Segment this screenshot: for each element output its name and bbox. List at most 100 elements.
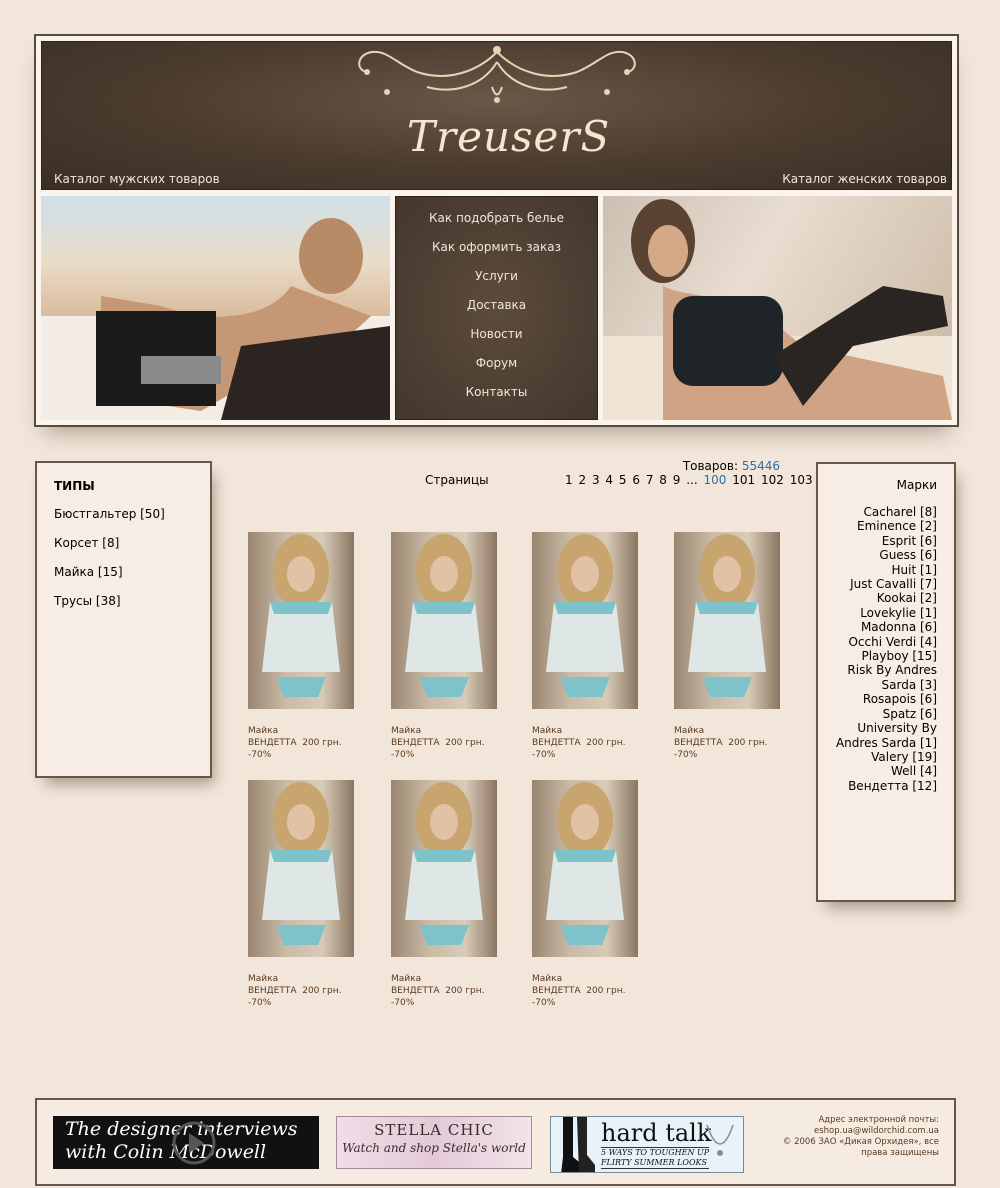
- women-photo[interactable]: [603, 196, 952, 420]
- page-link[interactable]: 3: [592, 473, 600, 487]
- ad-designer-interviews[interactable]: The designer interviews with Colin McDow…: [53, 1116, 319, 1169]
- product-price: 200 грн.: [445, 986, 485, 996]
- ad-hard-talk[interactable]: hard talk 5 WAYS TO TOUGHEN UP FLIRTY SUM…: [550, 1116, 744, 1173]
- product-card[interactable]: Майка ВЕНДЕТТА 200 грн. -70%: [391, 780, 501, 1009]
- type-item-briefs[interactable]: Трусы [38]: [54, 594, 210, 609]
- product-image[interactable]: [391, 780, 497, 957]
- product-name[interactable]: ВЕНДЕТТА: [391, 738, 440, 748]
- brands-panel: Марки Cacharel [8] Eminence [2] Esprit […: [816, 462, 956, 902]
- product-image[interactable]: [248, 780, 354, 957]
- product-discount: -70%: [248, 998, 272, 1008]
- product-discount: -70%: [532, 998, 556, 1008]
- product-type: Майка: [391, 974, 422, 984]
- contact-label: Адрес электронной почты:: [818, 1115, 939, 1125]
- product-name[interactable]: ВЕНДЕТТА: [532, 738, 581, 748]
- brand-item[interactable]: Andres Sarda [1]: [818, 736, 937, 750]
- brand-item[interactable]: Well [4]: [818, 764, 937, 778]
- page-link[interactable]: 1: [565, 473, 573, 487]
- type-item-top[interactable]: Майка [15]: [54, 565, 210, 580]
- brand-item[interactable]: Guess [6]: [818, 548, 937, 562]
- brand-item[interactable]: Risk By Andres: [818, 663, 937, 677]
- product-image[interactable]: [674, 532, 780, 709]
- product-image[interactable]: [532, 780, 638, 957]
- product-name[interactable]: ВЕНДЕТТА: [532, 986, 581, 996]
- types-title: ТИПЫ: [54, 479, 95, 493]
- page-link[interactable]: 103: [790, 473, 813, 487]
- men-photo[interactable]: [41, 196, 390, 420]
- product-type: Майка: [674, 726, 705, 736]
- product-name[interactable]: ВЕНДЕТТА: [248, 738, 297, 748]
- copyright: © 2006 ЗАО «Дикая Орхидея», все права за…: [782, 1137, 939, 1158]
- brand-item[interactable]: Playboy [15]: [818, 649, 937, 663]
- ad2-subtitle: Watch and shop Stella's world: [342, 1141, 526, 1155]
- nav-item-how-to-choose[interactable]: Как подобрать белье: [396, 211, 597, 240]
- site-logo[interactable]: TreuserS: [407, 112, 609, 161]
- types-panel: ТИПЫ Бюстгальтер [50] Корсет [8] Майка […: [35, 461, 212, 778]
- brand-item[interactable]: Вендетта [12]: [818, 779, 937, 793]
- page-current[interactable]: 100: [704, 473, 727, 487]
- page-link[interactable]: 7: [646, 473, 654, 487]
- brand-item[interactable]: Rosapois [6]: [818, 692, 937, 706]
- brand-item[interactable]: Lovekylie [1]: [818, 606, 937, 620]
- product-image[interactable]: [248, 532, 354, 709]
- product-image[interactable]: [532, 532, 638, 709]
- brand-item[interactable]: Occhi Verdi [4]: [818, 635, 937, 649]
- nav-item-services[interactable]: Услуги: [396, 269, 597, 298]
- brand-item[interactable]: Sarda [3]: [818, 678, 937, 692]
- nav-item-how-to-order[interactable]: Как оформить заказ: [396, 240, 597, 269]
- page-link[interactable]: 6: [632, 473, 640, 487]
- nav-item-news[interactable]: Новости: [396, 327, 597, 356]
- brand-item[interactable]: Huit [1]: [818, 563, 937, 577]
- page-link[interactable]: 4: [605, 473, 613, 487]
- page-link[interactable]: 5: [619, 473, 627, 487]
- product-image[interactable]: [391, 532, 497, 709]
- play-icon: [172, 1121, 216, 1165]
- product-type: Майка: [391, 726, 422, 736]
- product-type: Майка: [532, 726, 563, 736]
- nav-item-delivery[interactable]: Доставка: [396, 298, 597, 327]
- page-link[interactable]: 101: [732, 473, 755, 487]
- type-item-bra[interactable]: Бюстгальтер [50]: [54, 507, 210, 522]
- product-discount: -70%: [248, 750, 272, 760]
- page-link[interactable]: 9: [673, 473, 681, 487]
- page-link[interactable]: 2: [578, 473, 586, 487]
- banner: TreuserS Каталог мужских товаров Каталог…: [41, 41, 952, 190]
- product-card[interactable]: Майка ВЕНДЕТТА 200 грн. -70%: [391, 532, 501, 761]
- contact-email[interactable]: eshop.ua@wildorchid.com.ua: [758, 1126, 939, 1137]
- nav-item-forum[interactable]: Форум: [396, 356, 597, 385]
- product-price: 200 грн.: [586, 986, 626, 996]
- brand-item[interactable]: Esprit [6]: [818, 534, 937, 548]
- product-card[interactable]: Майка ВЕНДЕТТА 200 грн. -70%: [248, 780, 358, 1009]
- ad3-subtitle: 5 WAYS TO TOUGHEN UP FLIRTY SUMMER LOOKS: [601, 1147, 710, 1169]
- product-discount: -70%: [391, 998, 415, 1008]
- brands-title: Марки: [896, 478, 937, 492]
- brand-item[interactable]: Spatz [6]: [818, 707, 937, 721]
- products-total: Товаров: 55446: [660, 459, 780, 473]
- ad3-subtitle-line1: 5 WAYS TO TOUGHEN UP: [601, 1148, 710, 1157]
- product-card[interactable]: Майка ВЕНДЕТТА 200 грн. -70%: [532, 532, 642, 761]
- product-card[interactable]: Майка ВЕНДЕТТА 200 грн. -70%: [532, 780, 642, 1009]
- woman-figure-icon: [603, 199, 952, 420]
- page-link[interactable]: 8: [659, 473, 667, 487]
- brand-item[interactable]: Kookai [2]: [818, 591, 937, 605]
- product-card[interactable]: Майка ВЕНДЕТТА 200 грн. -70%: [248, 532, 358, 761]
- product-name[interactable]: ВЕНДЕТТА: [674, 738, 723, 748]
- page-link[interactable]: 102: [761, 473, 784, 487]
- brand-item[interactable]: Valery [19]: [818, 750, 937, 764]
- men-catalog-link[interactable]: Каталог мужских товаров: [54, 172, 220, 186]
- brand-item[interactable]: University By: [818, 721, 937, 735]
- ornament-icon: [358, 46, 636, 103]
- product-price: 200 грн.: [728, 738, 768, 748]
- brand-item[interactable]: Eminence [2]: [818, 519, 937, 533]
- brand-item[interactable]: Cacharel [8]: [818, 505, 938, 519]
- product-name[interactable]: ВЕНДЕТТА: [391, 986, 440, 996]
- product-name[interactable]: ВЕНДЕТТА: [248, 986, 297, 996]
- ad-stella-chic[interactable]: STELLA CHIC Watch and shop Stella's worl…: [336, 1116, 532, 1169]
- type-item-corset[interactable]: Корсет [8]: [54, 536, 210, 551]
- women-catalog-link[interactable]: Каталог женских товаров: [782, 172, 947, 186]
- total-value: 55446: [741, 459, 780, 473]
- brand-item[interactable]: Madonna [6]: [818, 620, 937, 634]
- brand-item[interactable]: Just Cavalli [7]: [818, 577, 937, 591]
- product-card[interactable]: Майка ВЕНДЕТТА 200 грн. -70%: [674, 532, 784, 761]
- nav-item-contacts[interactable]: Контакты: [396, 385, 597, 414]
